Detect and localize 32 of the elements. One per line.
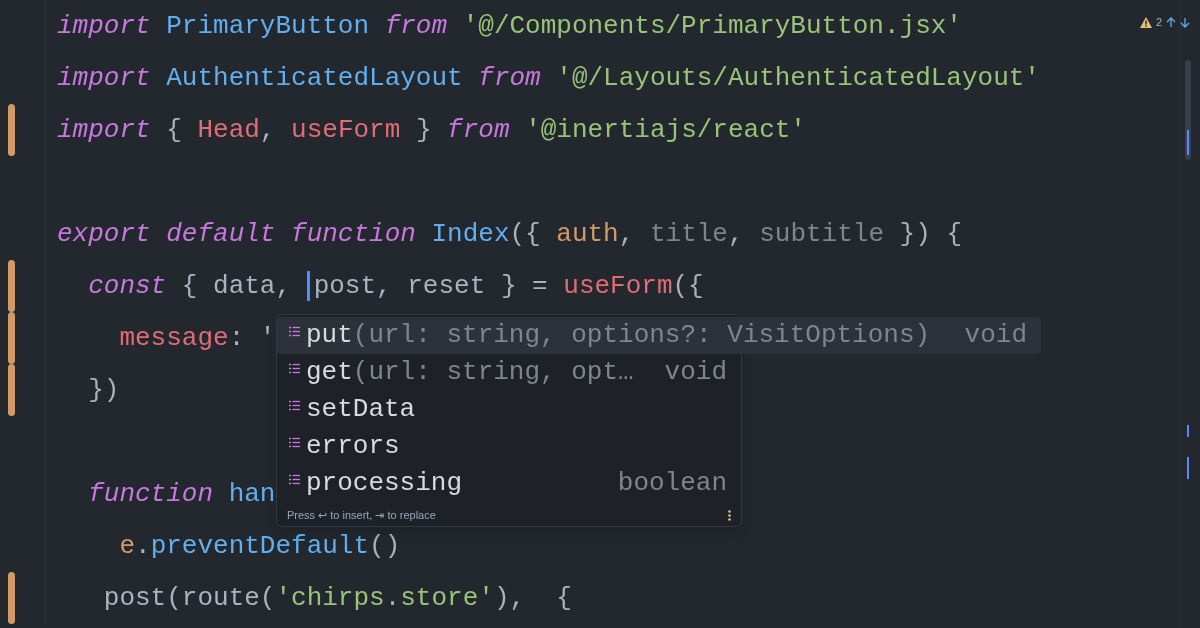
completion-item[interactable]: get(url: string, opt… void — [277, 354, 741, 391]
warning-icon — [1139, 16, 1152, 28]
code-line: const { data, post, reset } = useForm({ — [87, 270, 704, 302]
code-line: export default function Index({ auth, title, subtitle }) { — [57, 218, 962, 250]
change-marker — [8, 572, 15, 624]
code-line: }) — [87, 374, 120, 406]
change-marker — [1187, 130, 1189, 155]
code-line: message: ' — [118, 322, 276, 354]
scrollbar-thumb[interactable] — [1185, 60, 1191, 160]
completion-item[interactable]: setData — [277, 391, 741, 428]
change-marker — [8, 104, 15, 156]
warning-count: 2 — [1155, 15, 1162, 30]
more-icon[interactable] — [728, 509, 731, 521]
list-icon — [289, 326, 300, 337]
code-line: import AuthenticatedLayout from '@/Layouts/AuthenticatedLayout' — [57, 62, 1040, 94]
list-icon — [289, 400, 300, 411]
list-icon — [289, 474, 300, 485]
completion-hint: Press ↩ to insert, ⇥ to replace — [287, 507, 436, 523]
list-icon — [289, 437, 300, 448]
list-icon — [289, 363, 300, 374]
completion-item[interactable]: put(url: string, options?: VisitOptions) void — [277, 317, 1041, 354]
code-line: import { Head, useForm } from '@inertiajs/react' — [57, 114, 806, 146]
code-line: e.preventDefault() — [118, 530, 401, 562]
completion-item[interactable]: processing boolean — [277, 465, 741, 502]
code-line: post(route('chirps.store'), { — [102, 582, 572, 614]
change-marker — [1187, 457, 1189, 479]
arrow-down-icon[interactable] — [1180, 16, 1190, 28]
completion-item[interactable]: errors — [277, 428, 741, 465]
code-line: function han — [87, 478, 276, 510]
code-line: import PrimaryButton from '@/Components/PrimaryButton.jsx' — [57, 10, 962, 42]
arrow-up-icon[interactable] — [1166, 16, 1176, 28]
change-marker — [1187, 425, 1189, 437]
